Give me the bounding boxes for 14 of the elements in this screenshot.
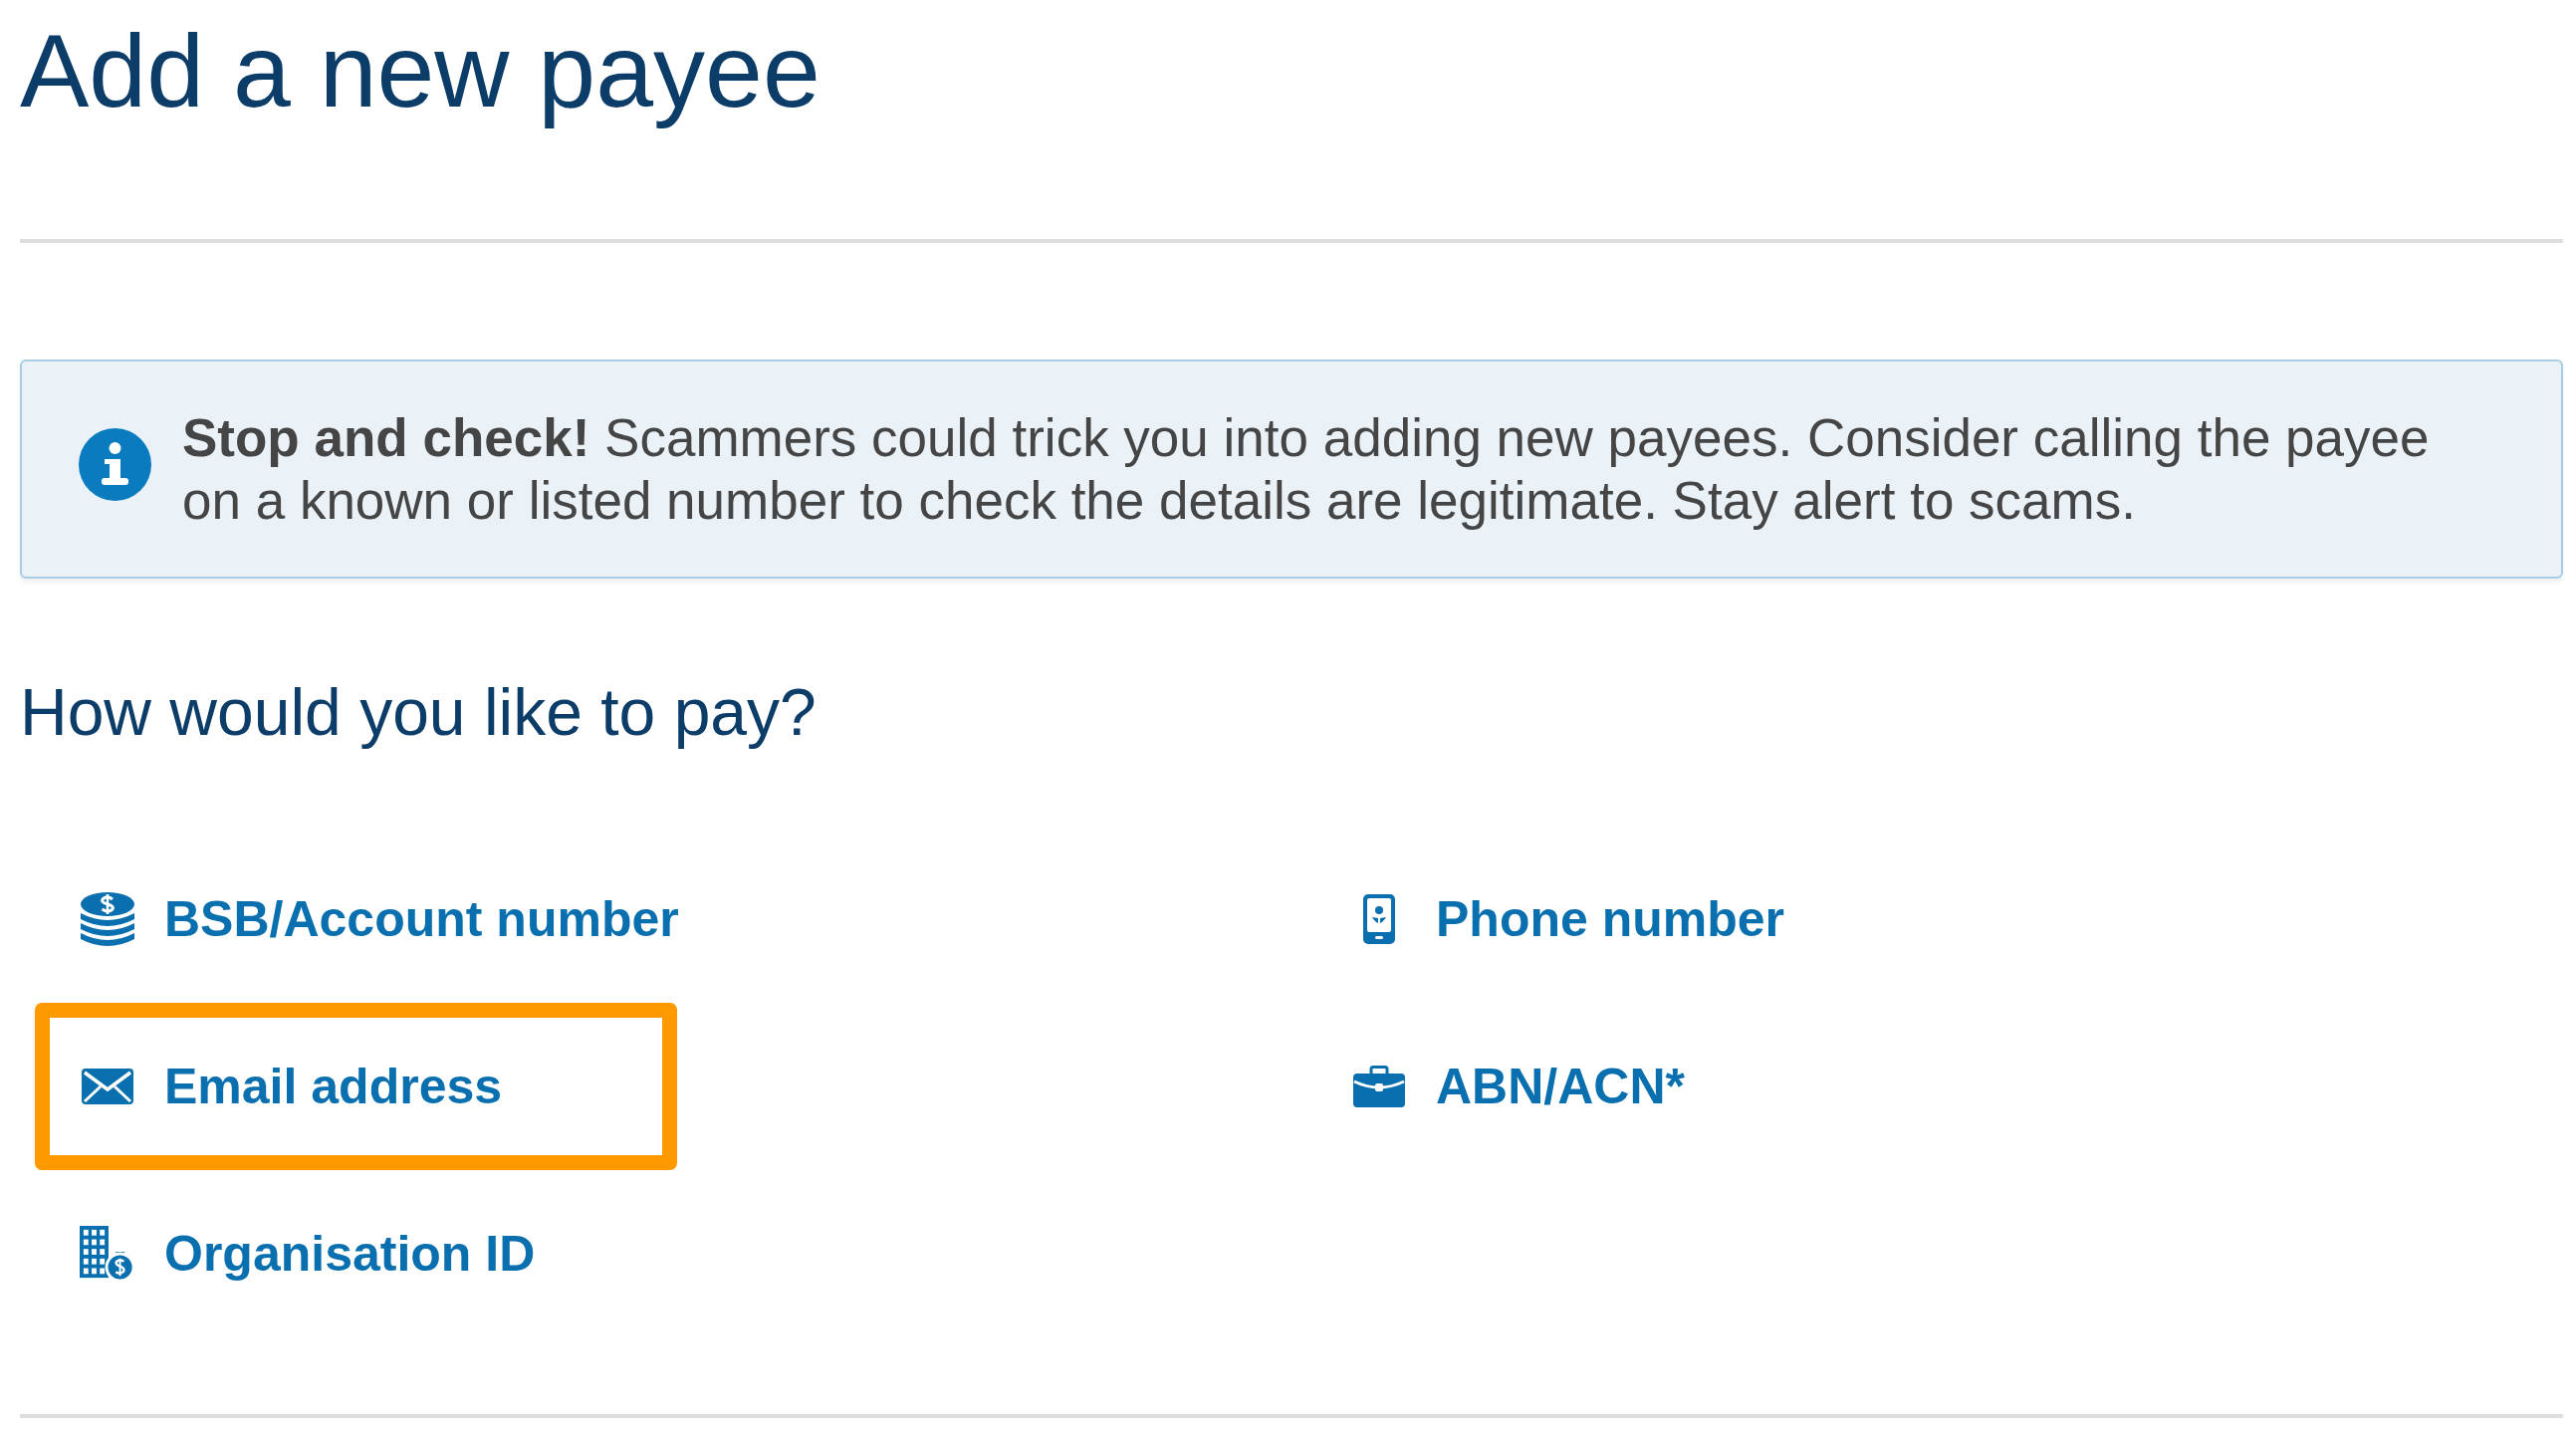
mobile-phone-icon: [1363, 894, 1395, 944]
briefcase-icon: [1353, 1066, 1405, 1107]
envelope-icon: [82, 1069, 133, 1104]
scam-warning-text: Stop and check! Scammers could trick you into adding new payees. Consider calling the payee on a known or listed number to check the details are legitimate. Stay alert to scams.: [182, 407, 2431, 532]
page-title: Add a new payee: [20, 12, 820, 130]
payment-option-link[interactable]: ABN/ACN*: [1351, 1057, 1685, 1116]
section-heading: How would you like to pay?: [20, 674, 817, 751]
payment-option-link[interactable]: Organisation ID: [80, 1224, 536, 1284]
payment-option-link[interactable]: BSB/Account number: [80, 889, 679, 949]
payment-option-link[interactable]: Email address: [80, 1057, 503, 1116]
info-icon: [79, 427, 151, 501]
building-money-bag-icon: [80, 1226, 135, 1282]
coin-stack-icon: [80, 891, 135, 947]
payment-option-link[interactable]: Phone number: [1351, 889, 1785, 949]
